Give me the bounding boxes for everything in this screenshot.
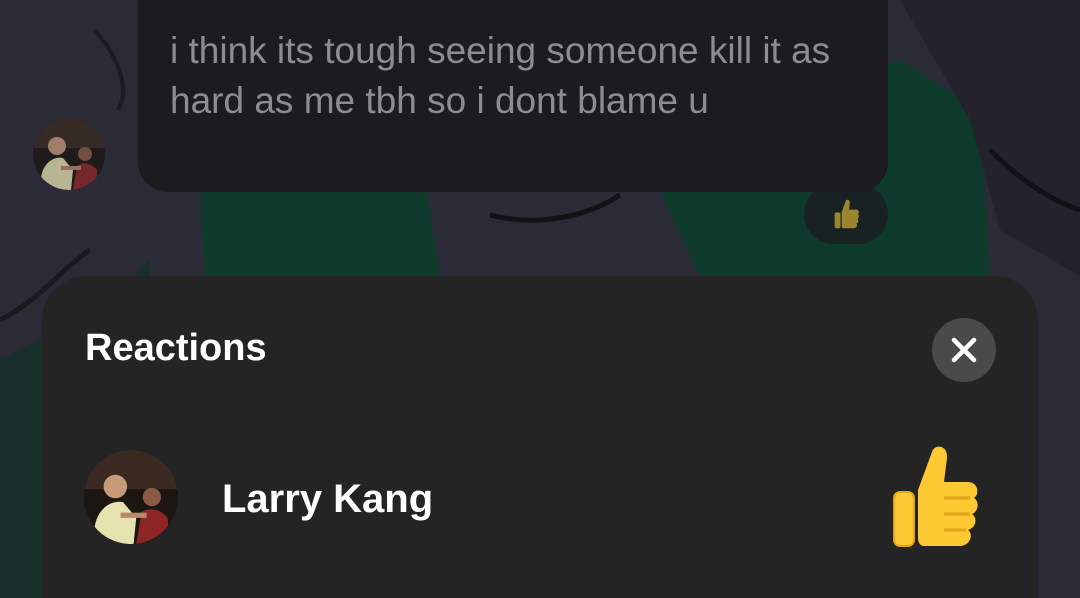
reactions-sheet: Reactions Larry Kang bbox=[42, 276, 1038, 598]
messenger-screen: i think its tough seeing someone kill it… bbox=[0, 0, 1080, 598]
avatar-photo-icon bbox=[84, 450, 178, 544]
close-icon bbox=[951, 337, 977, 363]
thumbs-up-icon bbox=[893, 446, 978, 547]
message-bubble[interactable]: i think its tough seeing someone kill it… bbox=[138, 0, 888, 192]
reactor-name: Larry Kang bbox=[222, 477, 434, 521]
thumbs-up-icon bbox=[834, 199, 859, 229]
sheet-title: Reactions bbox=[85, 327, 267, 369]
close-button[interactable] bbox=[932, 318, 996, 382]
sender-avatar[interactable] bbox=[33, 118, 105, 190]
reaction-list-item[interactable]: Larry Kang bbox=[42, 436, 1038, 566]
avatar-photo-icon bbox=[33, 118, 105, 190]
message-reaction-chip[interactable] bbox=[804, 184, 888, 244]
message-text: i think its tough seeing someone kill it… bbox=[170, 30, 831, 121]
reactor-avatar[interactable] bbox=[84, 450, 178, 544]
